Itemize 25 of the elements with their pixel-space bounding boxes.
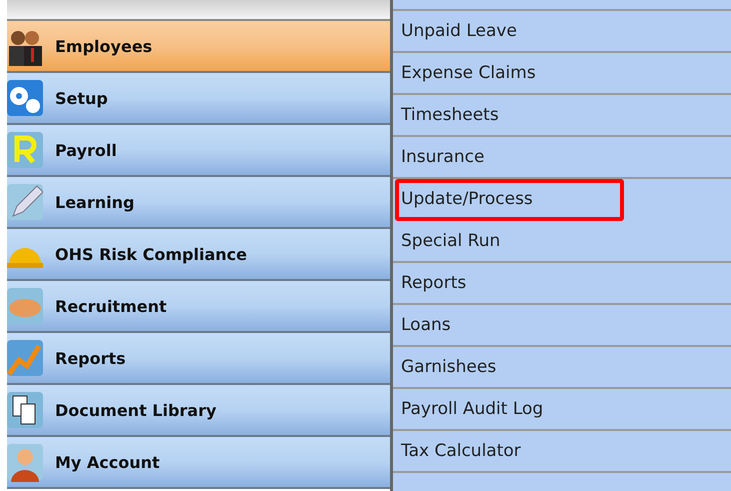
submenu-item[interactable]: Timesheets (393, 95, 731, 137)
documents-icon (7, 390, 43, 430)
person-icon (7, 442, 43, 482)
submenu-item[interactable]: Reports (393, 263, 731, 305)
submenu-item[interactable]: Garnishees (393, 347, 731, 389)
submenu-item[interactable]: Special Run (393, 221, 731, 263)
menu-item[interactable]: Reports (7, 333, 390, 385)
letter-icon (7, 130, 43, 170)
pencil-icon (7, 182, 43, 222)
menu-item[interactable]: My Account (7, 437, 390, 489)
menu-item[interactable]: Learning (7, 177, 390, 229)
submenu-item[interactable]: Payroll Audit Log (393, 389, 731, 431)
menu-item[interactable]: Setup (7, 73, 390, 125)
menu-item[interactable]: Payroll (7, 125, 390, 177)
menu-item[interactable]: Document Library (7, 385, 390, 437)
submenu-item[interactable]: Expense Claims (393, 53, 731, 95)
menu-item[interactable]: OHS Risk Compliance (7, 229, 390, 281)
submenu-item[interactable]: Tax Calculator (393, 431, 731, 473)
menu-item[interactable]: Recruitment (7, 281, 390, 333)
chart-icon (7, 338, 43, 378)
menu-item[interactable]: Employees (7, 21, 390, 73)
submenu-item[interactable]: Update/Process (395, 179, 624, 221)
submenu-item[interactable]: Insurance (393, 137, 731, 179)
submenu-item[interactable]: Unpaid Leave (393, 11, 731, 53)
submenu-item[interactable]: Loans (393, 305, 731, 347)
